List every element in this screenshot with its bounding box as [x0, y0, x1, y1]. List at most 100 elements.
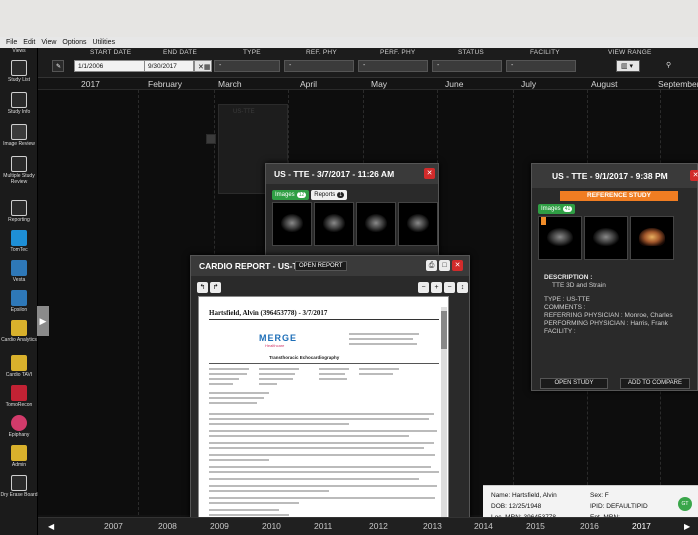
image-thumbnail[interactable]: [630, 216, 674, 260]
year-2010[interactable]: 2010: [262, 521, 281, 531]
maximize-icon[interactable]: □: [439, 260, 450, 271]
year-2013[interactable]: 2013: [423, 521, 442, 531]
status-select[interactable]: -: [432, 60, 502, 72]
patient-name: Name: Hartsfield, Alvin: [491, 492, 557, 499]
scroll-right-icon[interactable]: ▶: [684, 522, 690, 531]
month-july: July: [521, 79, 537, 89]
month-may: May: [371, 79, 388, 89]
bookmark-icon: [541, 217, 546, 225]
sidebar-views-header: Views: [12, 48, 26, 54]
application-window: File Edit View Options Utilities Views S…: [0, 37, 698, 535]
view-range-select[interactable]: ▥ ▾: [616, 60, 640, 72]
menu-file[interactable]: File: [6, 39, 17, 46]
image-thumbnail[interactable]: [356, 202, 396, 246]
perf-phy-select[interactable]: -: [358, 60, 428, 72]
merge-logo-sub: Healthcare: [265, 343, 285, 348]
image-thumbnail[interactable]: [272, 202, 312, 246]
scroll-icon[interactable]: ↕: [457, 282, 468, 293]
year-2017[interactable]: 2017: [632, 521, 651, 531]
study-info-icon: [11, 92, 27, 108]
month-september: September: [658, 79, 698, 89]
year-2008[interactable]: 2008: [158, 521, 177, 531]
zoom-out-icon[interactable]: −: [418, 282, 429, 293]
ref-phy-select[interactable]: -: [284, 60, 354, 72]
tab-images[interactable]: Images 12: [272, 190, 310, 200]
dry-erase-icon: [11, 475, 27, 491]
end-date-input[interactable]: 9/30/2017: [144, 60, 194, 72]
close-icon[interactable]: ✕: [452, 260, 463, 271]
year-label: 2017: [81, 79, 100, 89]
study-popup-title: US - TTE - 9/1/2017 - 9:38 PM: [532, 164, 697, 188]
tab-images[interactable]: Images 41: [538, 204, 576, 214]
image-thumbnail[interactable]: [584, 216, 628, 260]
settings-icon[interactable]: ⚲: [662, 60, 676, 72]
report-scrollbar[interactable]: [441, 307, 447, 527]
year-2015[interactable]: 2015: [526, 521, 545, 531]
page-next-icon[interactable]: ↱: [210, 282, 221, 293]
study-popup-title: US - TTE - 3/7/2017 - 11:26 AM: [266, 164, 438, 184]
year-2009[interactable]: 2009: [210, 521, 229, 531]
description-value: TTE 3D and Strain: [552, 282, 606, 289]
heart-icon: [11, 415, 27, 431]
study-popup-tabs: Images 41: [538, 204, 576, 214]
close-icon[interactable]: ✕: [690, 170, 698, 181]
tomorecon-icon: [11, 385, 27, 401]
open-report-button[interactable]: OPEN REPORT: [295, 261, 347, 271]
image-thumbnail[interactable]: [314, 202, 354, 246]
month-august: August: [591, 79, 618, 89]
month-april: April: [300, 79, 318, 89]
menu-edit[interactable]: Edit: [23, 39, 35, 46]
close-icon[interactable]: ✕: [424, 168, 435, 179]
facility-select[interactable]: -: [506, 60, 576, 72]
status-badge[interactable]: GT: [678, 497, 692, 511]
header-type: TYPE: [243, 49, 261, 56]
report-document[interactable]: Hartsfield, Alvin (396453778) - 3/7/2017…: [198, 296, 449, 531]
image-review-icon: [11, 124, 27, 140]
sidebar-item-dry-erase[interactable]: Dry Erase Board: [0, 473, 38, 517]
study-list-icon: [11, 60, 27, 76]
print-icon[interactable]: ⎙: [426, 260, 437, 271]
menu-utilities[interactable]: Utilities: [93, 39, 116, 46]
filter-bar: START DATE END DATE TYPE REF. PHY PERF. …: [38, 48, 698, 78]
header-start-date: START DATE: [90, 49, 132, 56]
sidebar: Views Study List Study Info Image Review…: [0, 48, 38, 535]
cardio-report-window[interactable]: CARDIO REPORT - US-TTE OPEN REPORT ⎙ □ ✕…: [190, 255, 470, 535]
year-2014[interactable]: 2014: [474, 521, 493, 531]
menu-view[interactable]: View: [41, 39, 56, 46]
type-select[interactable]: -: [214, 60, 280, 72]
add-to-compare-button[interactable]: ADD TO COMPARE: [620, 378, 690, 389]
reset-icon[interactable]: ✎: [52, 60, 64, 72]
image-thumbnail[interactable]: [398, 202, 438, 246]
study-popup-march[interactable]: US - TTE - 3/7/2017 - 11:26 AM ✕ Images 1…: [265, 163, 439, 259]
epsilon-icon: [11, 290, 27, 306]
scroll-left-icon[interactable]: ◀: [48, 522, 54, 531]
tab-reports[interactable]: Reports 1: [311, 190, 348, 200]
fit-icon[interactable]: −: [444, 282, 455, 293]
menu-options[interactable]: Options: [62, 39, 86, 46]
sidebar-item-cardio-analytics[interactable]: Cardio Analytics: [0, 318, 38, 356]
page-prev-icon[interactable]: ↰: [197, 282, 208, 293]
start-date-input[interactable]: 1/1/2006: [74, 60, 146, 72]
image-thumbnail[interactable]: [538, 216, 582, 260]
year-2011[interactable]: 2011: [314, 521, 332, 531]
sidebar-item-multi-study[interactable]: Multiple Study Review: [0, 154, 38, 198]
zoom-in-icon[interactable]: +: [431, 282, 442, 293]
year-2016[interactable]: 2016: [580, 521, 599, 531]
year-2012[interactable]: 2012: [369, 521, 388, 531]
patient-sex: Sex: F: [590, 492, 609, 499]
performing-physician-line: PERFORMING PHYSICIAN : Harris, Frank: [544, 320, 668, 327]
year-2007[interactable]: 2007: [104, 521, 123, 531]
sidebar-expand-arrow[interactable]: ▶: [37, 306, 49, 336]
merge-logo: MERGE: [259, 333, 298, 343]
cardio-tavi-icon: [11, 355, 27, 371]
header-facility: FACILITY: [530, 49, 560, 56]
month-june: June: [445, 79, 464, 89]
study-popup-september[interactable]: US - TTE - 9/1/2017 - 9:38 PM ✕ REFERENC…: [531, 163, 698, 391]
study-details: DESCRIPTION : TTE 3D and Strain TYPE : U…: [544, 274, 673, 336]
header-perf-phy: PERF. PHY: [380, 49, 416, 56]
year-scrollbar[interactable]: ◀ 2007 2008 2009 2010 2011 2012 2013 201…: [38, 517, 698, 535]
header-ref-phy: REF. PHY: [306, 49, 337, 56]
open-study-button[interactable]: OPEN STUDY: [540, 378, 608, 389]
end-calendar-icon[interactable]: ✕▦: [194, 60, 212, 72]
header-end-date: END DATE: [163, 49, 197, 56]
